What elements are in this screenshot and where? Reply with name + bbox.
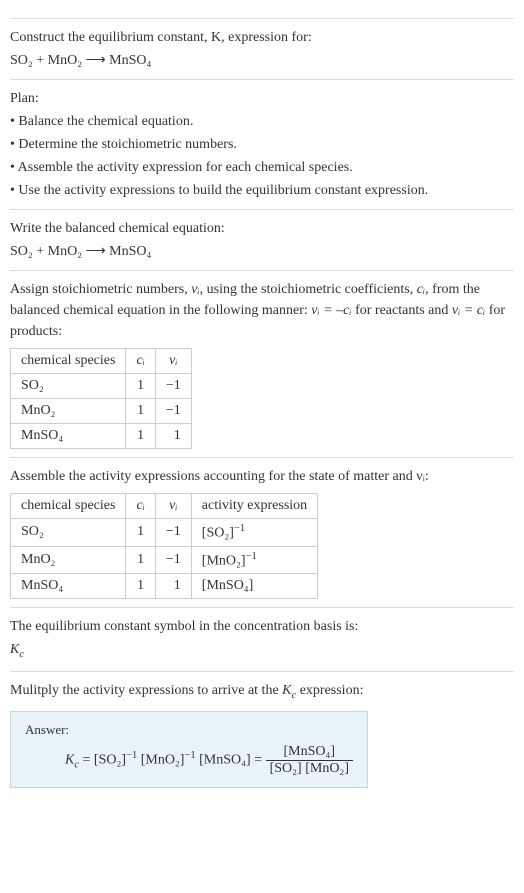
stoich-text-d: for reactants and [352,303,452,318]
table-row: MnO₂ 1 −1 [11,399,192,424]
table-header-row: chemical species cᵢ νᵢ [11,349,192,374]
equals2: = [251,753,266,768]
nu-symbol: νᵢ [191,282,199,297]
table-header-row: chemical species cᵢ νᵢ activity expressi… [11,494,318,519]
multiply-section: Mulitply the activity expressions to arr… [10,671,514,789]
activity-exp: −1 [246,551,257,562]
cell-ci: 1 [126,374,155,399]
cell-nu: −1 [155,519,191,547]
cell-ci: 1 [126,519,155,547]
answer-box: Answer: Kc = [SO₂]−1 [MnO₂]−1 [MnSO₄] = … [10,711,368,788]
cell-activity: [MnSO₄] [191,574,317,599]
fraction: [MnSO₄] [SO₂] [MnO₂] [266,744,353,777]
cell-ci: 1 [126,574,155,599]
cell-ci: 1 [126,399,155,424]
plan-section: Plan: • Balance the chemical equation. •… [10,79,514,201]
cell-ci: 1 [126,546,155,574]
col-species: chemical species [11,349,126,374]
balanced-section: Write the balanced chemical equation: SO… [10,209,514,262]
balanced-equation: SO₂ + MnO₂ ⟶ MnSO₄ [10,241,514,262]
multiply-b: expression: [296,683,363,698]
cell-nu: −1 [155,399,191,424]
plan-bullet: • Assemble the activity expression for e… [10,157,514,178]
cell-species: MnSO₄ [11,424,126,449]
fraction-num: [MnSO₄] [266,744,353,761]
multiply-a: Mulitply the activity expressions to arr… [10,683,282,698]
cell-species: MnO₂ [11,546,126,574]
cell-nu: −1 [155,374,191,399]
plan-bullet: • Determine the stoichiometric numbers. [10,134,514,155]
cell-ci: 1 [126,424,155,449]
plan-heading: Plan: [10,88,514,109]
plan-bullet: • Use the activity expressions to build … [10,180,514,201]
activity-base: [MnO₂] [202,553,246,568]
c-subscript: c [19,649,24,660]
prompt-text: Construct the equilibrium constant, K, e… [10,27,514,48]
multiply-text: Mulitply the activity expressions to arr… [10,680,514,704]
kc-symbol-section: The equilibrium constant symbol in the c… [10,607,514,663]
rel-prod: νᵢ = cᵢ [452,303,485,318]
cell-nu: 1 [155,424,191,449]
activity-base: [SO₂] [202,526,234,541]
cell-nu: −1 [155,546,191,574]
term2-exp: −1 [184,750,195,761]
balanced-heading: Write the balanced chemical equation: [10,218,514,239]
stoich-text-a: Assign stoichiometric numbers, [10,282,191,297]
kc-symbol: Kc [10,639,514,663]
stoich-section: Assign stoichiometric numbers, νᵢ, using… [10,270,514,449]
activity-heading: Assemble the activity expressions accoun… [10,466,514,487]
col-species: chemical species [11,494,126,519]
stoich-text: Assign stoichiometric numbers, νᵢ, using… [10,279,514,342]
col-nu: νᵢ [155,349,191,374]
rel-react: νᵢ = –cᵢ [311,303,351,318]
table-row: SO₂ 1 −1 [11,374,192,399]
answer-label: Answer: [25,722,353,738]
table-row: SO₂ 1 −1 [SO₂]−1 [11,519,318,547]
cell-species: MnO₂ [11,399,126,424]
cell-activity: [SO₂]−1 [191,519,317,547]
table-row: MnO₂ 1 −1 [MnO₂]−1 [11,546,318,574]
fraction-den: [SO₂] [MnO₂] [266,761,353,777]
cell-nu: 1 [155,574,191,599]
term3: [MnSO₄] [199,753,251,768]
activity-exp: −1 [234,523,245,534]
stoich-text-b: , using the stoichiometric coefficients, [200,282,417,297]
table-row: MnSO₄ 1 1 [11,424,192,449]
col-ci: cᵢ [126,349,155,374]
plan-bullet: • Balance the chemical equation. [10,111,514,132]
cell-activity: [MnO₂]−1 [191,546,317,574]
activity-section: Assemble the activity expressions accoun… [10,457,514,599]
k-letter: K [282,683,291,698]
activity-table: chemical species cᵢ νᵢ activity expressi… [10,493,318,599]
ci-symbol: cᵢ [417,282,425,297]
term2-base: [MnO₂] [141,753,185,768]
equals: = [79,753,94,768]
answer-equation: Kc = [SO₂]−1 [MnO₂]−1 [MnSO₄] = [MnSO₄] … [65,744,353,777]
col-ci: cᵢ [126,494,155,519]
kc-symbol-text: The equilibrium constant symbol in the c… [10,616,514,637]
cell-species: SO₂ [11,519,126,547]
k-letter: K [10,642,19,657]
cell-species: SO₂ [11,374,126,399]
prompt-line: Construct the equilibrium constant, K, e… [10,30,312,45]
col-activity: activity expression [191,494,317,519]
col-nu: νᵢ [155,494,191,519]
cell-species: MnSO₄ [11,574,126,599]
prompt-section: Construct the equilibrium constant, K, e… [10,18,514,71]
stoich-table: chemical species cᵢ νᵢ SO₂ 1 −1 MnO₂ 1 −… [10,348,192,449]
table-row: MnSO₄ 1 1 [MnSO₄] [11,574,318,599]
term1-exp: −1 [126,750,137,761]
term1-base: [SO₂] [94,753,126,768]
prompt-equation: SO₂ + MnO₂ ⟶ MnSO₄ [10,50,514,71]
k-letter: K [65,753,74,768]
